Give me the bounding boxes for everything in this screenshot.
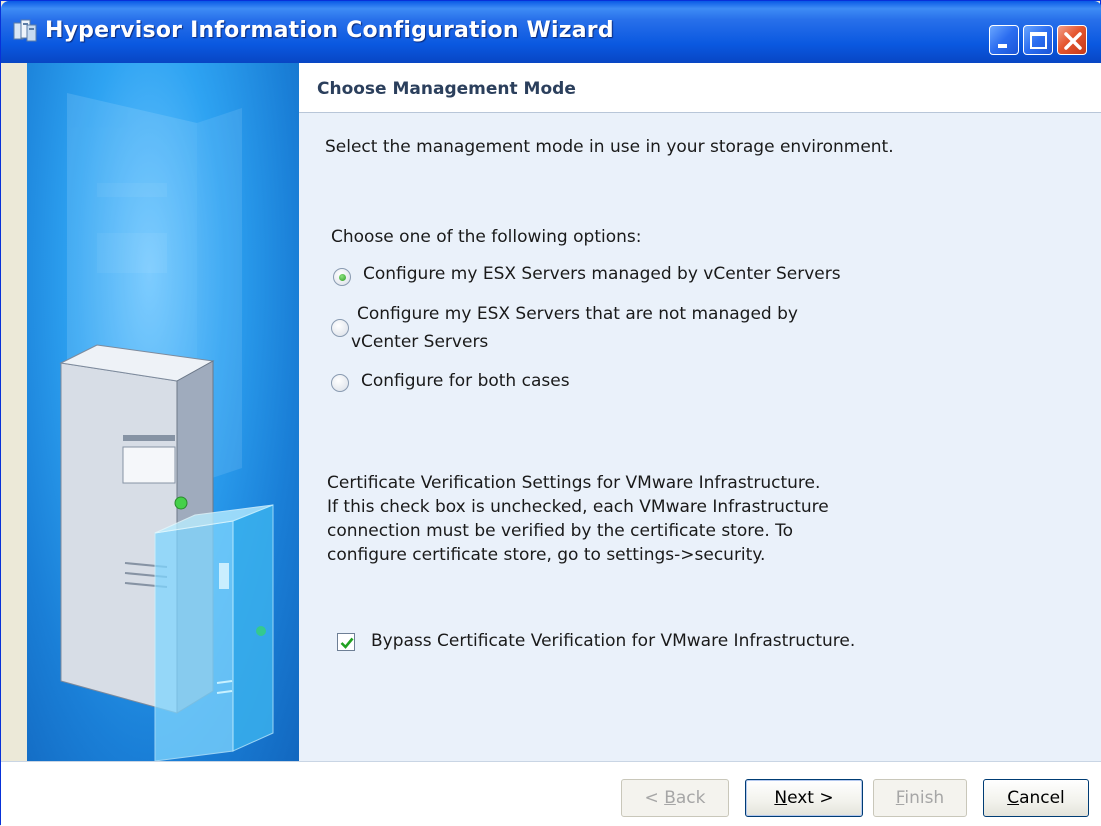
bypass-certificate-checkbox[interactable] <box>337 633 355 651</box>
maximize-button[interactable] <box>1023 25 1053 55</box>
options-prompt: Choose one of the following options: <box>331 227 642 247</box>
back-button[interactable]: < Back <box>621 779 729 817</box>
server-illustration <box>59 93 274 761</box>
next-accelerator: N <box>774 788 788 808</box>
radio-both-cases[interactable] <box>331 374 349 392</box>
servers-icon <box>13 19 37 42</box>
cancel-button[interactable]: Cancel <box>983 779 1089 817</box>
close-button[interactable] <box>1057 25 1087 55</box>
back-accelerator: B <box>664 788 676 808</box>
minimize-icon <box>998 44 1007 48</box>
option-both-cases-label[interactable]: Configure for both cases <box>361 369 570 393</box>
cert-text-line1: Certificate Verification Settings for VM… <box>327 473 821 493</box>
cert-text-line3: connection must be verified by the certi… <box>327 521 794 541</box>
back-prefix: < <box>644 788 665 808</box>
bypass-certificate-label[interactable]: Bypass Certificate Verification for VMwa… <box>371 629 855 653</box>
window-title: Hypervisor Information Configuration Wiz… <box>45 18 614 43</box>
intro-text: Select the management mode in use in you… <box>325 137 894 157</box>
option-not-managed-label-line2[interactable]: vCenter Servers <box>351 330 488 354</box>
wizard-content: Select the management mode in use in you… <box>299 113 1101 761</box>
radio-not-managed-by-vcenter[interactable] <box>331 319 349 337</box>
wizard-window: Hypervisor Information Configuration Wiz… <box>0 0 1101 826</box>
cert-text-line2: If this check box is unchecked, each VMw… <box>327 497 829 517</box>
finish-label-rest: inish <box>904 788 945 808</box>
finish-button[interactable]: Finish <box>873 779 967 817</box>
page-title: Choose Management Mode <box>317 79 576 99</box>
maximize-icon <box>1030 32 1047 49</box>
radio-managed-by-vcenter[interactable] <box>333 268 351 286</box>
wizard-header: Choose Management Mode <box>299 63 1101 113</box>
option-managed-by-vcenter-label[interactable]: Configure my ESX Servers managed by vCen… <box>363 262 841 286</box>
next-label-rest: ext > <box>787 788 834 808</box>
checkmark-icon <box>340 637 354 649</box>
cancel-label-rest: ancel <box>1019 788 1065 808</box>
cancel-accelerator: C <box>1007 788 1020 808</box>
cert-text-line4: configure certificate store, go to setti… <box>327 545 766 565</box>
option-not-managed-label-line1[interactable]: Configure my ESX Servers that are not ma… <box>357 302 798 326</box>
next-button[interactable]: Next > <box>745 779 863 817</box>
wizard-banner-image <box>27 63 299 761</box>
title-bar[interactable]: Hypervisor Information Configuration Wiz… <box>1 1 1101 63</box>
close-icon <box>1064 32 1082 50</box>
back-label-rest: ack <box>675 788 706 808</box>
minimize-button[interactable] <box>989 25 1019 55</box>
